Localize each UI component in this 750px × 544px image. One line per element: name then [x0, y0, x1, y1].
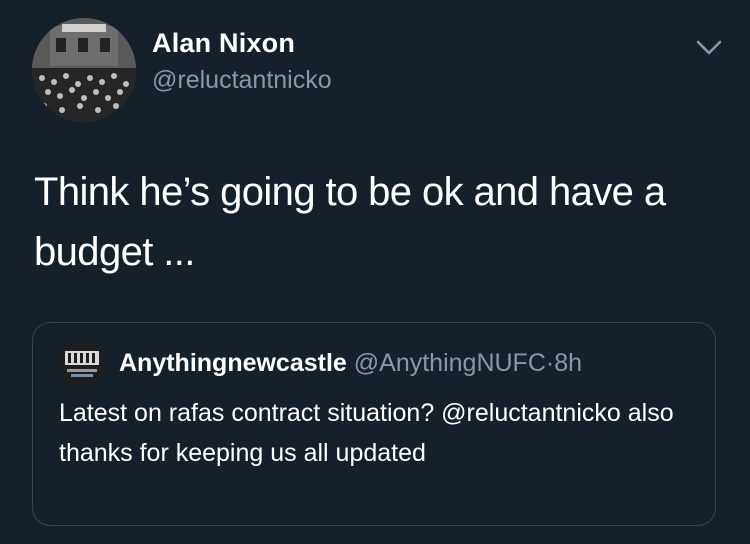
quoted-header: Anythingnewcastle @AnythingNUFC·8h	[119, 349, 582, 378]
quoted-avatar-logo	[59, 341, 105, 387]
avatar[interactable]	[32, 18, 136, 122]
quoted-tweet-text: Latest on rafas contract situation? @rel…	[59, 399, 674, 467]
separator-dot: ·	[545, 349, 555, 377]
quoted-timestamp[interactable]: 8h	[554, 349, 582, 377]
chevron-down-icon[interactable]	[692, 34, 726, 60]
author-name[interactable]: Alan Nixon	[152, 28, 295, 59]
quoted-avatar[interactable]	[59, 341, 105, 387]
quoted-tweet[interactable]: Anythingnewcastle @AnythingNUFC·8h Lates…	[32, 322, 716, 526]
tweet-text: Think he’s going to be ok and have a bud…	[34, 170, 666, 274]
author-handle[interactable]: @reluctantnicko	[152, 66, 332, 95]
quoted-author-handle[interactable]: @AnythingNUFC	[354, 349, 546, 377]
quoted-author-name[interactable]: Anythingnewcastle	[119, 349, 347, 377]
avatar-photo	[32, 18, 136, 122]
